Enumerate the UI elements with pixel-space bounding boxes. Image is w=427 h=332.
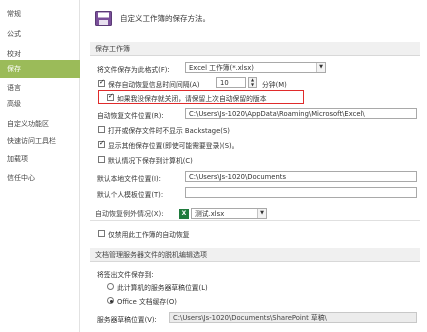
no-backstage-checkbox[interactable] xyxy=(98,126,105,133)
autorecover-minutes-input[interactable]: 10 xyxy=(216,77,246,88)
minutes-label: 分钟(M) xyxy=(262,81,287,89)
disable-autorecover-label: 仅禁用此工作簿的自动恢复 xyxy=(108,231,190,239)
sidebar-item-quick-access-toolbar[interactable]: 快速访问工具栏 xyxy=(0,132,80,150)
floppy-disk-icon xyxy=(95,11,112,26)
autorecover-location-label: 自动恢复文件位置(R): xyxy=(97,112,164,120)
local-location-input[interactable]: C:\Users\Js-1020\Documents xyxy=(185,171,417,182)
save-to-computer-label: 默认情况下保存到计算机(C) xyxy=(108,157,193,165)
personal-templates-label: 默认个人模板位置(T): xyxy=(97,191,164,199)
sidebar-item-add-ins[interactable]: 加载项 xyxy=(0,150,80,168)
sidebar-item-formulas[interactable]: 公式 xyxy=(0,25,80,43)
server-drafts-label: 此计算机的服务器草稿位置(L) xyxy=(117,284,208,292)
sidebar-item-trust-center[interactable]: 信任中心 xyxy=(0,169,80,187)
office-cache-label: Office 文档缓存(O) xyxy=(117,298,177,306)
show-more-locations-checkbox[interactable] xyxy=(98,139,105,148)
section-offline-editing: 文档管理服务器文件的脱机编辑选项 xyxy=(90,248,420,262)
drafts-location-input[interactable]: C:\Users\Js-1020\Documents\SharePoint 草稿… xyxy=(169,312,417,323)
minutes-spinner[interactable]: ▲ ▼ xyxy=(248,77,257,88)
chevron-down-icon[interactable]: ▼ xyxy=(316,63,325,72)
autorecover-location-input[interactable]: C:\Users\Js-1020\AppData\Roaming\Microso… xyxy=(185,108,417,119)
save-format-value: Excel 工作簿(*.xlsx) xyxy=(189,64,254,72)
server-drafts-radio[interactable] xyxy=(107,283,114,290)
section-save-workbooks: 保存工作簿 xyxy=(90,42,420,56)
autorecover-checkbox[interactable] xyxy=(98,78,105,87)
keep-last-version-checkbox[interactable] xyxy=(107,92,114,101)
disable-autorecover-checkbox[interactable] xyxy=(98,230,105,237)
personal-templates-input[interactable] xyxy=(185,187,417,198)
keep-last-version-label: 如果我没保存就关闭，请保留上次自动保留的版本 xyxy=(117,95,267,103)
sidebar-item-advanced[interactable]: 高级 xyxy=(0,95,80,113)
exception-workbook-dropdown[interactable]: 测试.xlsx ▼ xyxy=(191,208,267,219)
exception-workbook-value: 测试.xlsx xyxy=(195,210,225,218)
excel-file-icon: X xyxy=(179,209,189,219)
page-description: 自定义工作簿的保存方法。 xyxy=(120,14,210,23)
local-location-value: C:\Users\Js-1020\Documents xyxy=(189,173,286,181)
save-to-computer-checkbox[interactable] xyxy=(98,156,105,163)
drafts-location-label: 服务器草稿位置(V): xyxy=(97,316,157,324)
autorecover-label: 保存自动恢复信息时间间隔(A) xyxy=(108,81,200,89)
local-location-label: 默认本地文件位置(I): xyxy=(97,175,161,183)
sidebar-item-save[interactable]: 保存 xyxy=(0,60,80,78)
autorecover-location-value: C:\Users\Js-1020\AppData\Roaming\Microso… xyxy=(189,110,365,118)
autorecover-minutes-value: 10 xyxy=(220,79,229,87)
no-backstage-label: 打开或保存文件时不显示 Backstage(S) xyxy=(108,127,230,135)
format-label: 将文件保存为此格式(F): xyxy=(97,66,170,74)
show-more-locations-label: 显示其他保存位置(即使可能需要登录)(S)。 xyxy=(108,142,239,150)
save-checked-out-label: 将签出文件保存到: xyxy=(97,271,154,279)
autorecover-exceptions-label: 自动恢复例外情况(X): xyxy=(95,210,164,218)
office-cache-radio[interactable] xyxy=(107,297,114,304)
drafts-location-value: C:\Users\Js-1020\Documents\SharePoint 草稿… xyxy=(173,314,327,322)
sidebar-item-customize-ribbon[interactable]: 自定义功能区 xyxy=(0,115,80,133)
save-format-dropdown[interactable]: Excel 工作簿(*.xlsx) ▼ xyxy=(185,62,326,73)
options-sidebar: 常规 公式 校对 保存 语言 高级 自定义功能区 快速访问工具栏 加载项 信任中… xyxy=(0,0,80,332)
sidebar-item-general[interactable]: 常规 xyxy=(0,5,80,23)
chevron-down-icon[interactable]: ▼ xyxy=(257,209,266,218)
options-main-panel: 自定义工作簿的保存方法。 保存工作簿 将文件保存为此格式(F): Excel 工… xyxy=(81,0,427,332)
spin-down-icon[interactable]: ▼ xyxy=(249,82,256,88)
